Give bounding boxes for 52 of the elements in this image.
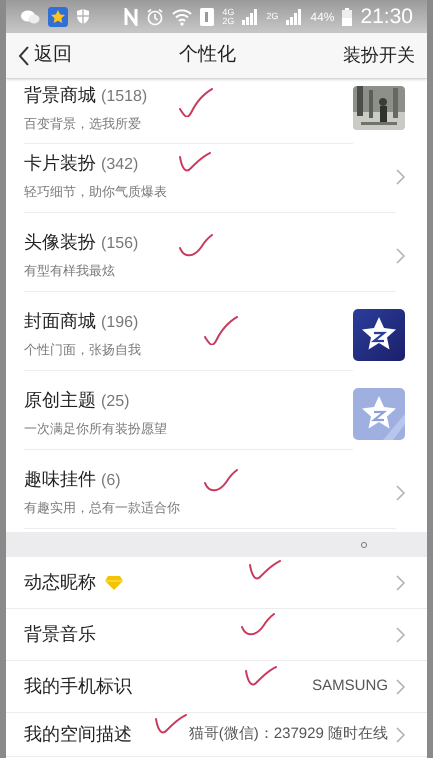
item-count: (25) <box>101 392 130 412</box>
item-title[interactable]: 原创主题 <box>24 387 96 414</box>
alarm-icon <box>146 8 164 26</box>
item-subtitle: 轻巧细节，助你气质爆表 <box>24 183 168 202</box>
item-count: (156) <box>101 234 138 254</box>
chevron-right-icon <box>396 248 405 264</box>
shield-icon <box>76 8 90 25</box>
setting-label[interactable]: 动态昵称 <box>24 569 96 596</box>
network-type-label: 4G <box>222 8 234 16</box>
item-subtitle: 一次满足你所有装扮愿望 <box>24 420 168 438</box>
item-count: (1518) <box>101 86 148 107</box>
sim-card-icon <box>200 8 214 26</box>
item-count: (6) <box>101 471 121 492</box>
star-app-icon <box>48 6 68 26</box>
chevron-right-icon <box>396 168 405 184</box>
setting-value: SAMSUNG <box>312 676 388 696</box>
item-subtitle: 百变背景，选我所爱 <box>24 114 142 133</box>
dress-up-toggle-link[interactable]: 装扮开关 <box>343 42 415 69</box>
battery-percent: 44% <box>310 8 334 26</box>
setting-label[interactable]: 我的空间描述 <box>24 721 132 748</box>
item-title[interactable]: 背景商城 <box>24 82 96 109</box>
setting-value: 猫哥(微信)：237929 随时在线 <box>188 724 388 744</box>
chevron-right-icon <box>396 484 405 500</box>
star-logo-icon <box>353 388 405 440</box>
signal-icon <box>242 8 258 24</box>
item-title[interactable]: 封面商城 <box>24 308 96 336</box>
item-title[interactable]: 趣味挂件 <box>24 466 96 494</box>
chevron-right-icon <box>396 726 405 742</box>
star-logo-icon <box>353 308 405 360</box>
item-subtitle: 个性门面，张扬自我 <box>24 341 142 360</box>
network-type-label: 2G <box>266 10 278 23</box>
item-subtitle: 有型有样我最炫 <box>24 262 116 280</box>
network-type-label: 2G <box>222 16 234 26</box>
chevron-right-icon <box>396 626 405 642</box>
chevron-right-icon <box>396 574 405 590</box>
page-title: 个性化 <box>178 43 237 68</box>
item-title[interactable]: 头像装扮 <box>24 229 96 256</box>
setting-label[interactable]: 我的手机标识 <box>24 673 132 700</box>
item-count: (196) <box>101 313 138 334</box>
item-count: (342) <box>101 155 138 176</box>
chevron-right-icon <box>396 678 405 694</box>
back-button[interactable]: 返回 <box>18 41 72 70</box>
chat-bubbles-icon <box>20 8 40 24</box>
wifi-icon <box>172 8 192 26</box>
nfc-icon <box>124 8 138 26</box>
setting-label[interactable]: 背景音乐 <box>24 621 96 648</box>
back-chevron-icon <box>18 44 30 66</box>
item-subtitle: 有趣实用，总有一款适合你 <box>24 499 181 518</box>
item-title[interactable]: 卡片装扮 <box>24 150 96 178</box>
battery-icon <box>342 8 352 26</box>
signal-icon <box>286 8 302 24</box>
clock-time: 21:30 <box>360 4 413 30</box>
